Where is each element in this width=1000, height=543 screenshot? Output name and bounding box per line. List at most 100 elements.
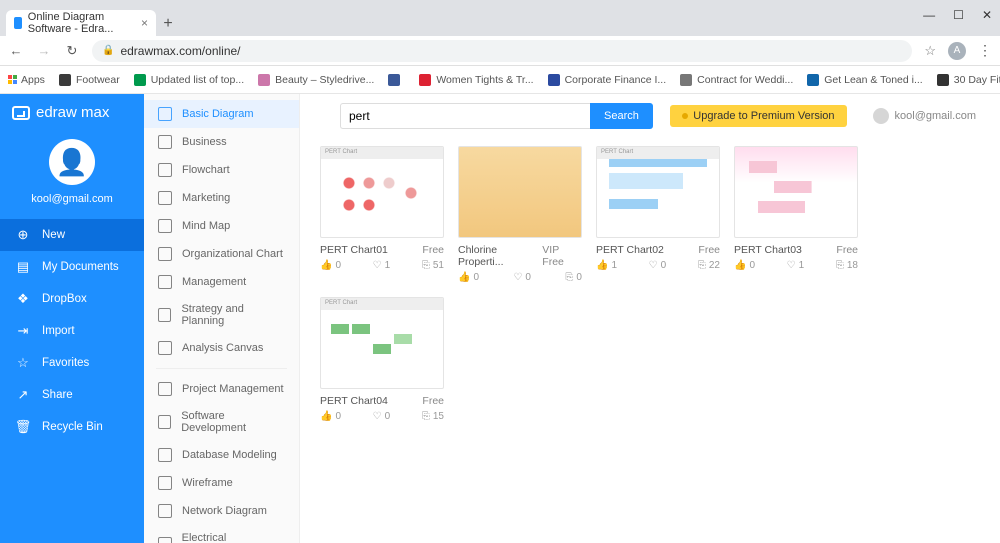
likes-icon: 👍	[320, 260, 332, 271]
category-item[interactable]: Database Modeling	[144, 441, 299, 469]
category-icon	[158, 219, 172, 233]
bookmark-item[interactable]: 30 Day Fitness Chal...	[937, 74, 1000, 86]
stat-copies[interactable]: ⎘51	[422, 260, 444, 271]
window-maximize-icon[interactable]: ☐	[953, 8, 964, 22]
stat-likes[interactable]: 👍0	[320, 411, 341, 422]
bookmark-item[interactable]	[388, 74, 405, 86]
category-item[interactable]: Project Management	[144, 375, 299, 403]
forward-button[interactable]: →	[36, 43, 52, 58]
window-close-icon[interactable]: ✕	[982, 8, 992, 22]
category-item[interactable]: Analysis Canvas	[144, 334, 299, 362]
thumb-header: PERT Chart	[321, 298, 443, 310]
card-badge: VIP Free	[542, 244, 582, 268]
bookmark-favicon	[388, 74, 400, 86]
search-button[interactable]: Search	[590, 103, 653, 129]
category-item[interactable]: Management	[144, 268, 299, 296]
profile-email: kool@gmail.com	[31, 193, 112, 205]
category-item[interactable]: Business	[144, 128, 299, 156]
user-info[interactable]: kool@gmail.com	[873, 108, 976, 124]
brand[interactable]: edraw max	[0, 94, 144, 131]
stat-hearts[interactable]: ♡0	[373, 411, 391, 422]
nav-dropbox[interactable]: ❖DropBox	[0, 283, 144, 315]
stat-likes[interactable]: 👍1	[596, 260, 617, 271]
nav-share[interactable]: ↗Share	[0, 379, 144, 411]
stat-hearts[interactable]: ♡1	[373, 260, 391, 271]
browser-menu-icon[interactable]: ⋮	[978, 42, 992, 59]
template-card[interactable]: PERT ChartPERT Chart04Free👍0♡0⎘15	[320, 297, 444, 422]
stat-likes[interactable]: 👍0	[320, 260, 341, 271]
category-item[interactable]: Flowchart	[144, 156, 299, 184]
stat-hearts[interactable]: ♡0	[513, 272, 531, 283]
category-icon	[158, 448, 172, 462]
category-item[interactable]: Wireframe	[144, 469, 299, 497]
window-minimize-icon[interactable]: —	[923, 8, 935, 22]
bookmark-star-icon[interactable]: ☆	[924, 43, 936, 59]
category-label: Analysis Canvas	[182, 342, 263, 354]
nav-new[interactable]: ⊕New	[0, 219, 144, 251]
template-card[interactable]: PERT ChartPERT Chart01Free👍0♡1⎘51	[320, 146, 444, 283]
bookmark-item[interactable]: Beauty – Styledrive...	[258, 74, 374, 86]
category-icon	[158, 415, 171, 429]
reload-button[interactable]: ↻	[64, 43, 80, 59]
category-label: Database Modeling	[182, 449, 277, 461]
nav-label: Favorites	[42, 357, 89, 369]
nav-favorites[interactable]: ☆Favorites	[0, 347, 144, 379]
bookmark-item[interactable]: Women Tights & Tr...	[419, 74, 533, 86]
stat-hearts[interactable]: ♡1	[787, 260, 805, 271]
bookmark-favicon	[419, 74, 431, 86]
browser-tab[interactable]: Online Diagram Software - Edra... ×	[6, 10, 156, 36]
likes-count: 0	[335, 411, 341, 422]
category-item[interactable]: Network Diagram	[144, 497, 299, 525]
category-item[interactable]: Organizational Chart	[144, 240, 299, 268]
stat-hearts[interactable]: ♡0	[649, 260, 667, 271]
nav-label: New	[42, 229, 65, 241]
category-item[interactable]: Software Development	[144, 403, 299, 441]
nav-my-documents[interactable]: ▤My Documents	[0, 251, 144, 283]
stat-copies[interactable]: ⎘18	[836, 260, 858, 271]
template-card[interactable]: PERT Chart03Free👍0♡1⎘18	[734, 146, 858, 283]
stat-copies[interactable]: ⎘22	[698, 260, 720, 271]
hearts-count: 0	[385, 411, 391, 422]
card-badge: Free	[698, 244, 720, 256]
upgrade-premium-button[interactable]: Upgrade to Premium Version	[670, 105, 846, 127]
nav-icon: 🗑	[16, 420, 30, 434]
bookmark-label: Updated list of top...	[151, 74, 244, 86]
bookmark-item[interactable]: Footwear	[59, 74, 120, 86]
category-item[interactable]: Marketing	[144, 184, 299, 212]
category-item[interactable]: Basic Diagram	[144, 100, 299, 128]
stat-likes[interactable]: 👍0	[458, 272, 479, 283]
category-item[interactable]: Mind Map	[144, 212, 299, 240]
new-tab-button[interactable]: +	[156, 12, 180, 36]
apps-shortcut[interactable]: Apps	[8, 74, 45, 86]
nav-recycle-bin[interactable]: 🗑Recycle Bin	[0, 411, 144, 443]
tab-close-icon[interactable]: ×	[141, 16, 148, 30]
tab-title: Online Diagram Software - Edra...	[28, 11, 135, 35]
nav-import[interactable]: ⇥Import	[0, 315, 144, 347]
stat-likes[interactable]: 👍0	[734, 260, 755, 271]
nav-label: My Documents	[42, 261, 119, 273]
profile-chip[interactable]: A	[948, 42, 966, 60]
stat-copies[interactable]: ⎘0	[565, 272, 582, 283]
window-titlebar	[0, 0, 1000, 8]
bookmark-item[interactable]: Corporate Finance I...	[548, 74, 667, 86]
bookmark-item[interactable]: Get Lean & Toned i...	[807, 74, 922, 86]
category-item[interactable]: Electrical Engineering	[144, 525, 299, 543]
template-card[interactable]: Chlorine Properti...VIP Free👍0♡0⎘0	[458, 146, 582, 283]
avatar[interactable]: 👤	[49, 139, 95, 185]
url-text: edrawmax.com/online/	[120, 44, 240, 58]
address-bar[interactable]: 🔒 edrawmax.com/online/	[92, 40, 912, 62]
search-input[interactable]	[340, 103, 590, 129]
bookmark-item[interactable]: Updated list of top...	[134, 74, 244, 86]
copies-count: 18	[847, 260, 858, 271]
bookmark-item[interactable]: Contract for Weddi...	[680, 74, 793, 86]
category-panel: Basic DiagramBusinessFlowchartMarketingM…	[144, 94, 300, 543]
stat-copies[interactable]: ⎘15	[422, 411, 444, 422]
back-button[interactable]: ←	[8, 43, 24, 58]
template-thumbnail	[734, 146, 858, 238]
template-thumbnail	[458, 146, 582, 238]
card-title: PERT Chart03	[734, 244, 802, 256]
category-item[interactable]: Strategy and Planning	[144, 296, 299, 334]
premium-label: Upgrade to Premium Version	[693, 110, 834, 122]
tab-favicon	[14, 17, 22, 29]
template-card[interactable]: PERT ChartPERT Chart02Free👍1♡0⎘22	[596, 146, 720, 283]
